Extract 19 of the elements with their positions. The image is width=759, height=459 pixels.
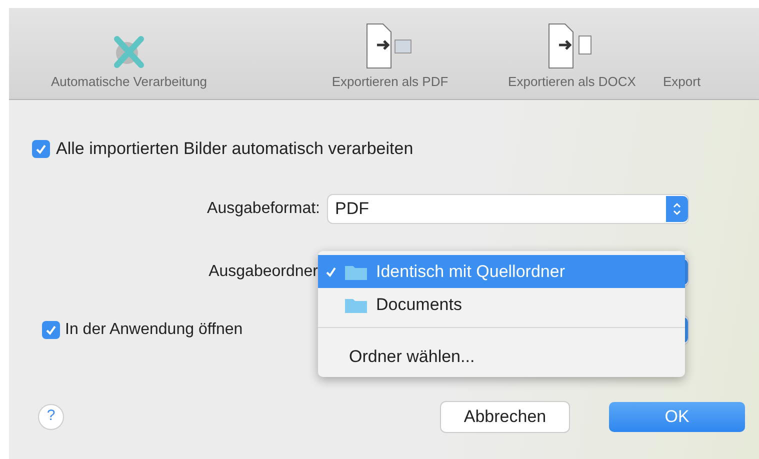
help-button[interactable]: ? [39,404,63,428]
checkmark-icon [325,266,337,278]
field-label: Ausgabeformat: [206,198,321,218]
checkbox-label: Alle importierten Bilder automatisch verarbeiten [56,138,414,160]
toolbar-button[interactable]: Automatische Verarbeitung [9,34,249,91]
ok-button[interactable]: OK [609,402,745,432]
checkbox[interactable] [32,140,50,158]
toolbar-button[interactable]: Export [663,72,723,91]
checkbox[interactable] [42,320,60,338]
toolbar-button[interactable]: Exportieren als PDF [299,22,481,91]
field-label: Ausgabeordner [208,262,318,282]
checkmark-icon [45,324,57,336]
toolbar-button[interactable]: Exportieren als DOCX [481,22,663,91]
format-popup[interactable]: PDF [328,194,688,222]
menu-item[interactable]: Ordner wählen... [318,340,685,373]
checkmark-icon [35,142,47,155]
checkbox-label: In der Anwendung öffnen [65,320,243,340]
menu-item[interactable]: Documents [318,288,685,321]
cancel-button[interactable]: Abbrechen [441,402,569,432]
